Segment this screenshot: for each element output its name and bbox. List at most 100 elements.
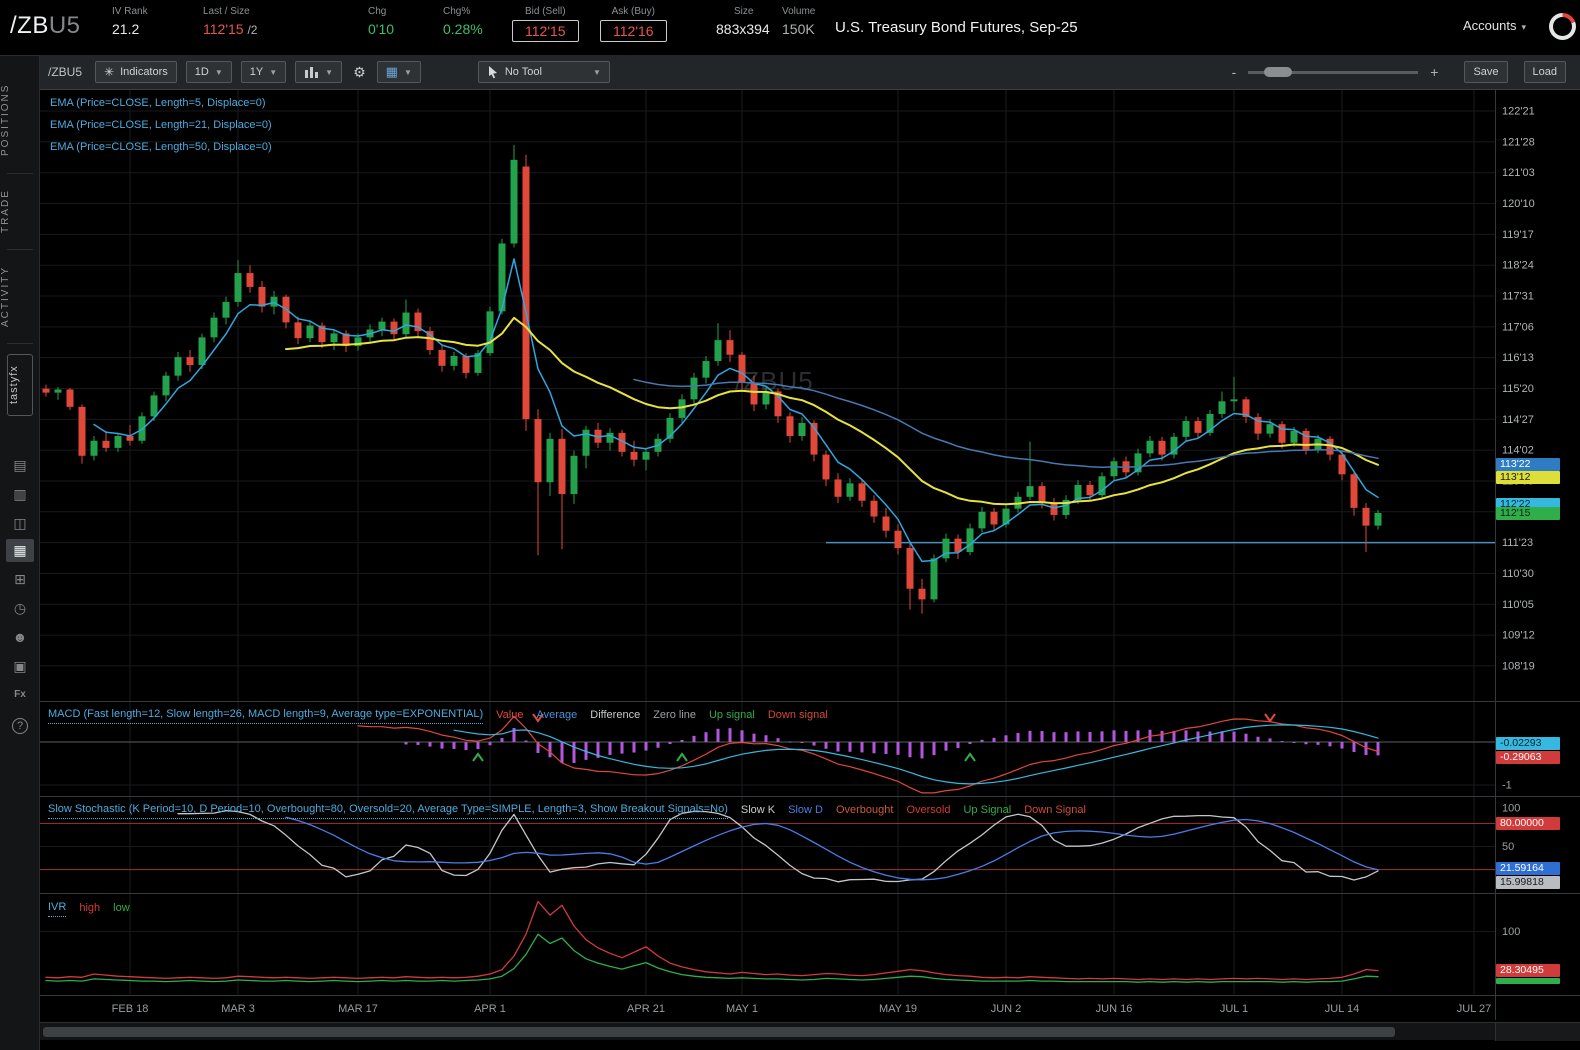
last-value: 112'15 (203, 21, 244, 37)
legend-item[interactable]: Down Signal (1024, 802, 1086, 818)
svg-text:112'16: 112'16 (1502, 506, 1534, 518)
legend-item[interactable]: Average (536, 707, 577, 723)
range-dropdown[interactable]: 1Y ▼ (240, 61, 287, 83)
macd-pane (40, 715, 1495, 794)
zoom-out-button[interactable]: - (1232, 64, 1237, 80)
pane-separators (40, 90, 1580, 1020)
indicators-button[interactable]: ✳ Indicators (95, 61, 177, 83)
drawing-tool-dropdown[interactable]: No Tool ▼ (477, 61, 610, 83)
chart-region[interactable]: /ZBU5 122'21 121'28 121'03 120'10 119'17 118'2… (40, 90, 1580, 1050)
sidebar-tab-positions[interactable]: POSITIONS (0, 74, 40, 166)
account-status-icon[interactable] (1549, 13, 1576, 40)
functions-icon[interactable]: Fx (0, 682, 40, 708)
legend-item[interactable]: IVR (48, 899, 67, 917)
legend-item[interactable]: Value (496, 707, 523, 723)
bid-button[interactable]: 112'15 (512, 20, 579, 42)
legend-item[interactable]: low (113, 900, 130, 916)
svg-text:FEB 18: FEB 18 (112, 1003, 149, 1015)
accounts-menu[interactable]: Accounts ▾ (1463, 18, 1526, 33)
scrollbar-thumb[interactable] (43, 1027, 1395, 1037)
calendar-icon[interactable]: ▣ (0, 653, 40, 679)
zoom-slider-thumb[interactable] (1264, 66, 1293, 77)
sidebar-icon-rail: ▤ ▥ ◫ ▦ ⊞ ◷ ☻ ▣ Fx? (0, 452, 40, 740)
svg-text:JUN 2: JUN 2 (991, 1003, 1022, 1015)
legend-item[interactable]: Slow K (741, 802, 775, 818)
legend-item[interactable]: Up signal (709, 707, 755, 723)
stochastic-legend: Slow Stochastic (K Period=10, D Period=1… (48, 801, 1086, 819)
chevron-down-icon: ▼ (325, 67, 334, 77)
zoom-in-button[interactable]: + (1430, 64, 1438, 80)
svg-text:122'21: 122'21 (1502, 106, 1535, 118)
chart-settings-button[interactable]: ⚙ (351, 61, 368, 83)
load-button[interactable]: Load (1523, 61, 1566, 83)
chg-pct-value: 0.28% (443, 21, 483, 37)
size-field: Size 883x394 (716, 6, 770, 37)
contacts-icon[interactable]: ☻ (0, 624, 40, 650)
symbol: /ZBU5 (10, 12, 81, 39)
study-label[interactable]: EMA (Price=CLOSE, Length=21, Displace=0) (50, 114, 272, 136)
sidebar-tab-tastyfx[interactable]: tastyfx (7, 354, 33, 416)
legend-item[interactable]: Difference (590, 707, 640, 723)
legend-item[interactable]: Up Signal (963, 802, 1011, 818)
price-legend: EMA (Price=CLOSE, Length=5, Displace=0) E… (50, 92, 272, 158)
bid-label: Bid (Sell) (525, 6, 566, 17)
legend-item[interactable]: Slow D (788, 802, 823, 818)
study-label[interactable]: EMA (Price=CLOSE, Length=50, Displace=0) (50, 136, 272, 158)
ask-button[interactable]: 112'16 (600, 20, 667, 42)
svg-text:117'06: 117'06 (1502, 321, 1534, 333)
zoom-slider[interactable] (1248, 66, 1419, 77)
chg-field: Chg 0'10 (368, 6, 394, 37)
size-label: Size (734, 6, 754, 17)
legend-item[interactable]: MACD (Fast length=12, Slow length=26, MA… (48, 706, 484, 724)
legend-item[interactable]: Zero line (653, 707, 696, 723)
chart-type-dropdown[interactable]: ▼ (295, 61, 343, 83)
svg-text:119'17: 119'17 (1502, 229, 1534, 241)
candles-icon (305, 66, 319, 78)
study-label[interactable]: EMA (Price=CLOSE, Length=5, Displace=0) (50, 92, 272, 114)
legend-item[interactable]: high (79, 900, 100, 916)
divider (7, 343, 33, 344)
grid-layout-dropdown[interactable]: ▦ ▼ (376, 61, 421, 83)
volume-value: 150K (782, 21, 815, 37)
macd-legend: MACD (Fast length=12, Slow length=26, MA… (48, 706, 828, 724)
scrollbar-corner (1495, 1023, 1580, 1041)
iv-rank-field: IV Rank 21.2 (112, 6, 148, 37)
help-icon[interactable]: ? (0, 711, 40, 737)
iv-rank-value: 21.2 (112, 21, 140, 37)
statement-icon[interactable]: ▤ (0, 452, 40, 478)
grid-icon: ▦ (385, 64, 398, 79)
chart-scrollbar[interactable] (40, 1022, 1580, 1041)
history-icon[interactable]: ◷ (0, 595, 40, 621)
legend-item[interactable]: Oversold (906, 802, 950, 818)
watchlist-icon[interactable]: ▥ (0, 481, 40, 507)
price-chart-svg[interactable]: /ZBU5122'21121'28121'03120'10119'17118'2… (40, 90, 1580, 1022)
ask-label: Ask (Buy) (611, 6, 655, 17)
svg-text:109'12: 109'12 (1502, 630, 1535, 642)
chevron-down-icon: ▼ (214, 67, 223, 77)
timeframe-dropdown[interactable]: 1D ▼ (185, 61, 232, 83)
volume-field: Volume 150K (782, 6, 815, 37)
indicators-icon: ✳ (104, 65, 115, 79)
widgets-icon[interactable]: ⊞ (0, 566, 40, 592)
svg-text:100: 100 (1502, 926, 1520, 938)
bid-field: Bid (Sell) 112'15 (512, 6, 579, 42)
last-size-label: Last / Size (203, 6, 250, 17)
svg-text:120'10: 120'10 (1502, 198, 1535, 210)
svg-text:110'05: 110'05 (1502, 599, 1534, 611)
legend-item[interactable]: Overbought (836, 802, 893, 818)
sidebar-tab-activity[interactable]: ACTIVITY (0, 256, 40, 336)
chart-toolbar: /ZBU5 ✳ Indicators 1D ▼ 1Y ▼ ▼ ⚙ ▦ ▼ No … (40, 55, 1580, 90)
notes-icon[interactable]: ◫ (0, 510, 40, 536)
legend-item[interactable]: Slow Stochastic (K Period=10, D Period=1… (48, 801, 728, 819)
gear-icon: ⚙ (353, 63, 366, 80)
svg-text:JUL 27: JUL 27 (1457, 1003, 1491, 1015)
svg-text:MAR 17: MAR 17 (338, 1003, 378, 1015)
contract-title: U.S. Treasury Bond Futures, Sep-25 (835, 19, 1078, 36)
save-button[interactable]: Save (1464, 61, 1508, 83)
left-sidebar: POSITIONS TRADE ACTIVITY tastyfx ▤ ▥ ◫ ▦ ⊞ ◷ ☻… (0, 55, 40, 1050)
chart-icon[interactable]: ▦ (6, 539, 34, 562)
svg-text:APR 1: APR 1 (474, 1003, 506, 1015)
sidebar-tab-trade[interactable]: TRADE (0, 180, 40, 242)
legend-item[interactable]: Down signal (768, 707, 828, 723)
chg-pct-label: Chg% (443, 6, 471, 17)
